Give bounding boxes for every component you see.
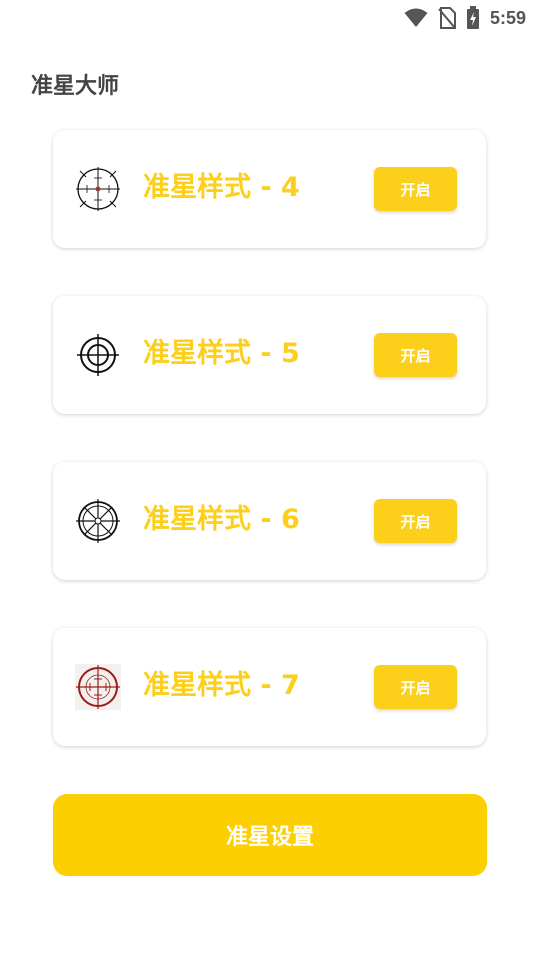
crosshair-style-label: 准星样式 - 7	[143, 670, 300, 701]
crosshair-style-7-icon	[75, 664, 121, 710]
wifi-icon	[404, 8, 428, 28]
battery-charging-icon	[466, 6, 480, 30]
crosshair-settings-button[interactable]: 准星设置	[53, 794, 487, 876]
enable-style-4-button[interactable]: 开启	[374, 167, 457, 211]
page-title: 准星大师	[31, 74, 120, 99]
status-bar: 5:59	[0, 0, 540, 36]
crosshair-style-4-icon	[75, 166, 121, 212]
crosshair-style-label: 准星样式 - 4	[143, 172, 300, 203]
crosshair-style-card-6: 准星样式 - 6 开启	[53, 462, 486, 580]
enable-style-5-button[interactable]: 开启	[374, 333, 457, 377]
crosshair-style-label: 准星样式 - 6	[143, 504, 300, 535]
crosshair-style-6-icon	[75, 498, 121, 544]
crosshair-style-card-4: 准星样式 - 4 开启	[53, 130, 486, 248]
no-sim-icon	[438, 7, 456, 29]
enable-style-7-button[interactable]: 开启	[374, 665, 457, 709]
enable-style-6-button[interactable]: 开启	[374, 499, 457, 543]
crosshair-style-card-5: 准星样式 - 5 开启	[53, 296, 486, 414]
crosshair-style-card-7: 准星样式 - 7 开启	[53, 628, 486, 746]
crosshair-style-label: 准星样式 - 5	[143, 338, 300, 369]
crosshair-style-5-icon	[75, 332, 121, 378]
status-time: 5:59	[489, 7, 526, 28]
